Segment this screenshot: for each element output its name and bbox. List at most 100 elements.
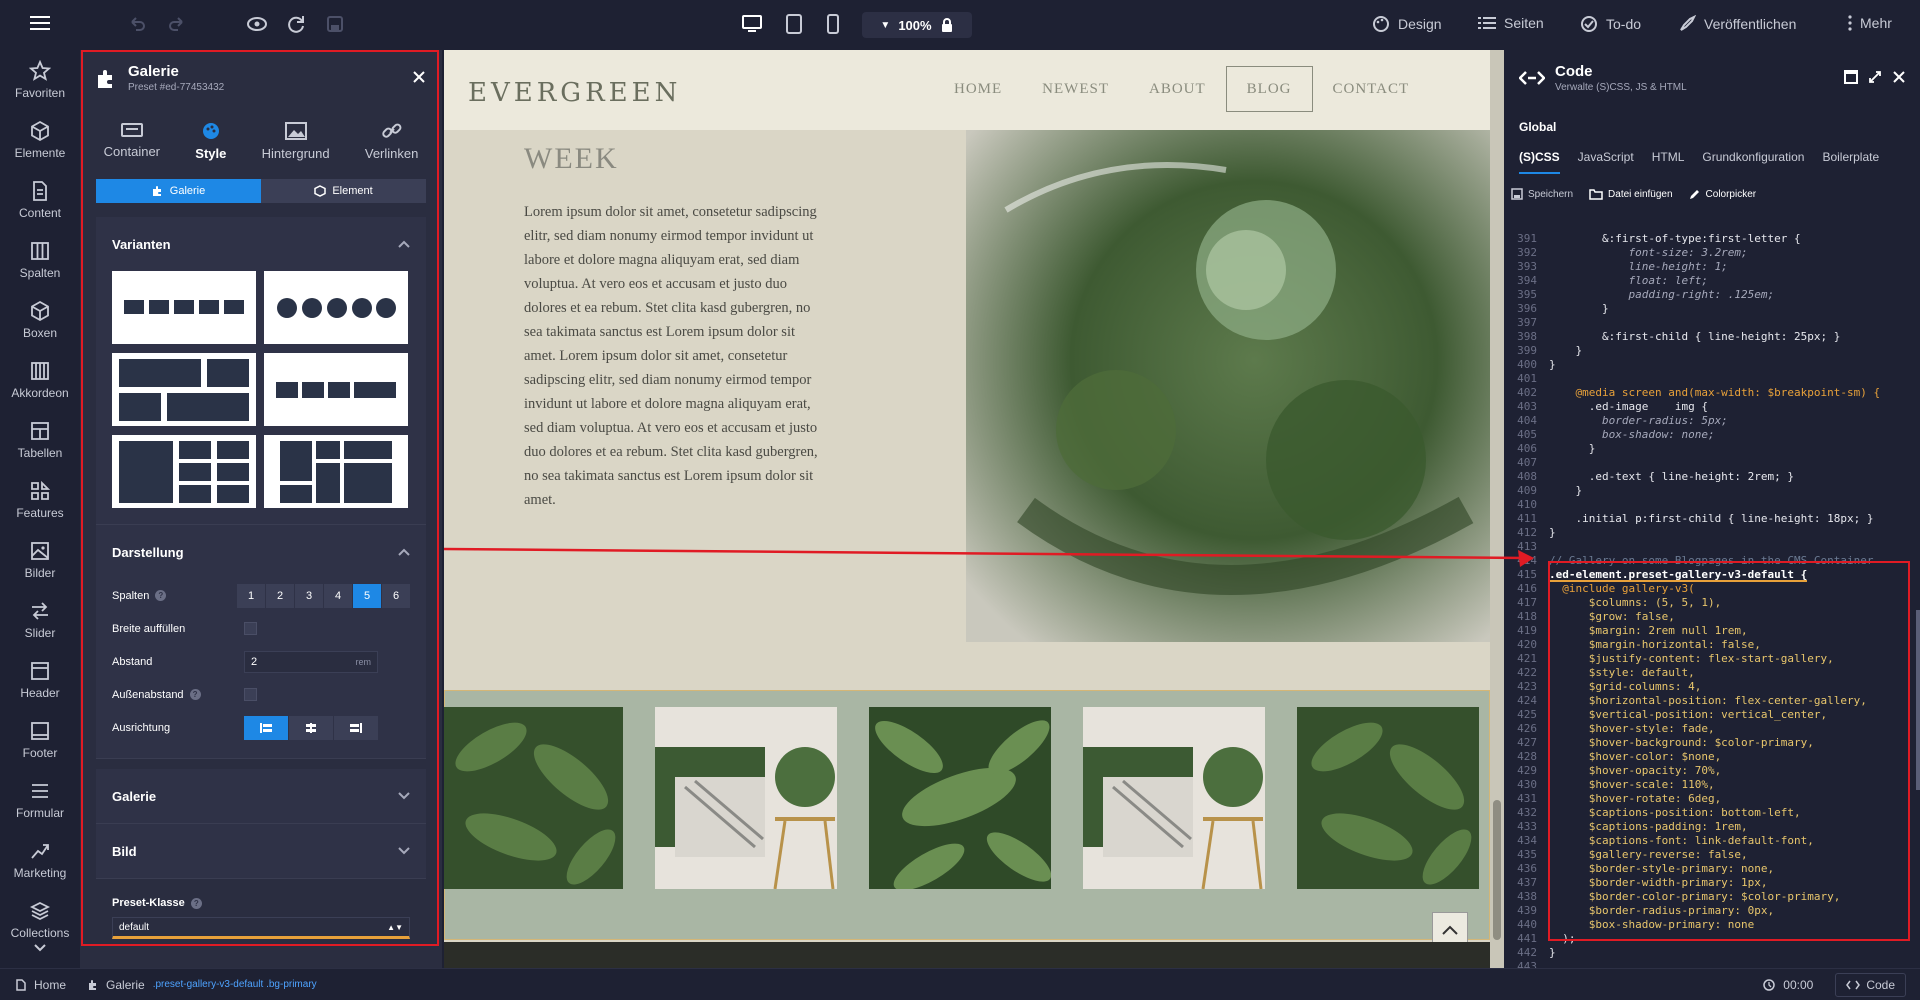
file-icon: [16, 978, 26, 991]
save-icon[interactable]: [326, 15, 344, 33]
line-number: 396: [1517, 302, 1537, 315]
save-action[interactable]: Speichern: [1511, 188, 1573, 200]
close-icon[interactable]: [1892, 70, 1906, 84]
site-logo[interactable]: EVERGREEN: [468, 78, 681, 108]
rail-item-features[interactable]: Features: [0, 470, 80, 530]
mobile-view-icon[interactable]: [827, 14, 839, 34]
canvas-scroll-thumb[interactable]: [1493, 800, 1501, 940]
line-number: 421: [1517, 652, 1537, 665]
rail-item-tabellen[interactable]: Tabellen: [0, 410, 80, 470]
top-toolbar: ▼ 100% Design Seiten To-do Veröffentlich…: [0, 0, 1920, 50]
tablet-view-icon[interactable]: [786, 14, 802, 34]
star-icon: [29, 60, 51, 82]
code-line: 403 .ed-image img {: [1505, 400, 1920, 414]
code-line: 400}: [1505, 358, 1920, 372]
code-line: 413: [1505, 540, 1920, 554]
gallery-image[interactable]: [444, 707, 623, 889]
tab-html[interactable]: HTML: [1652, 150, 1685, 174]
code-toggle-button[interactable]: Code: [1835, 972, 1906, 997]
site-nav-item[interactable]: HOME: [934, 66, 1022, 112]
code-header: Code Verwalte (S)CSS, JS & HTML: [1505, 50, 1920, 106]
rail-item-boxen[interactable]: Boxen: [0, 290, 80, 350]
rail-item-marketing[interactable]: Marketing: [0, 830, 80, 890]
highlight-box-code: [1548, 561, 1910, 941]
publish-label: Veröffentlichen: [1704, 16, 1797, 32]
breadcrumb-gallery[interactable]: Galerie: [106, 978, 145, 992]
gallery-strip[interactable]: [444, 690, 1490, 940]
code-line: 409 }: [1505, 484, 1920, 498]
code-text: line-height: 1;: [1549, 260, 1728, 273]
rail-item-collections[interactable]: Collections: [0, 890, 80, 950]
line-number: 406: [1517, 442, 1537, 455]
refresh-icon[interactable]: [286, 14, 306, 34]
clock-icon: [1763, 978, 1776, 991]
rail-item-bilder[interactable]: Bilder: [0, 530, 80, 590]
code-scrollbar[interactable]: [1916, 610, 1920, 790]
canvas-scrollbar[interactable]: [1490, 50, 1504, 968]
site-nav-item[interactable]: CONTACT: [1313, 66, 1430, 112]
tab-scss[interactable]: (S)CSS: [1519, 150, 1560, 174]
rail-item-content[interactable]: Content: [0, 170, 80, 230]
rail-item-footer[interactable]: Footer: [0, 710, 80, 770]
rail-item-label: Marketing: [13, 866, 67, 880]
breadcrumb-home[interactable]: Home: [34, 978, 66, 992]
rail-item-slider[interactable]: Slider: [0, 590, 80, 650]
todo-button[interactable]: To-do: [1580, 15, 1641, 33]
more-button[interactable]: Mehr: [1848, 15, 1892, 31]
line-number: 394: [1517, 274, 1537, 287]
code-line: 442}: [1505, 946, 1920, 960]
redo-icon[interactable]: [168, 15, 186, 33]
chevron-down-icon[interactable]: [0, 944, 80, 952]
code-text: &:first-child { line-height: 25px; }: [1549, 330, 1841, 343]
desktop-view-icon[interactable]: [742, 15, 762, 33]
colorpicker-action[interactable]: Colorpicker: [1689, 188, 1756, 200]
tab-javascript[interactable]: JavaScript: [1578, 150, 1634, 174]
site-nav-item[interactable]: NEWEST: [1022, 66, 1129, 112]
preview-eye-icon[interactable]: [246, 15, 268, 33]
publish-button[interactable]: Veröffentlichen: [1678, 15, 1796, 33]
article-heading: WEEK: [524, 142, 619, 175]
line-number: 438: [1517, 890, 1537, 903]
zoom-select[interactable]: ▼ 100%: [862, 12, 972, 38]
line-number: 403: [1517, 400, 1537, 413]
more-dots-icon: [1848, 15, 1852, 31]
line-number: 431: [1517, 792, 1537, 805]
gallery-image[interactable]: [869, 707, 1051, 889]
tab-boilerplate[interactable]: Boilerplate: [1822, 150, 1879, 174]
rail-item-label: Header: [20, 686, 60, 700]
rail-item-label: Spalten: [19, 266, 61, 280]
expand-icon[interactable]: [1868, 70, 1882, 84]
breadcrumb-classes: .preset-gallery-v3-default .bg-primary: [152, 979, 317, 990]
rail-item-favoriten[interactable]: Favoriten: [0, 50, 80, 110]
design-button[interactable]: Design: [1372, 15, 1442, 33]
gallery-image[interactable]: [1297, 707, 1479, 889]
rail-item-formular[interactable]: Formular: [0, 770, 80, 830]
gallery-image[interactable]: [1083, 707, 1265, 889]
line-number: 434: [1517, 834, 1537, 847]
line-number: 404: [1517, 414, 1537, 427]
line-number: 435: [1517, 848, 1537, 861]
undo-icon[interactable]: [128, 15, 146, 33]
rail-item-spalten[interactable]: Spalten: [0, 230, 80, 290]
code-text: float: left;: [1549, 274, 1708, 287]
dock-icon[interactable]: [1844, 70, 1858, 84]
code-text: .ed-image img {: [1549, 400, 1708, 413]
code-actions: Speichern Datei einfügen Colorpicker: [1505, 174, 1920, 214]
tab-config[interactable]: Grundkonfiguration: [1702, 150, 1804, 174]
gallery-image[interactable]: [655, 707, 837, 889]
site-nav-item[interactable]: BLOG: [1225, 66, 1313, 112]
menu-icon[interactable]: [30, 14, 50, 32]
rail-item-label: Favoriten: [14, 86, 66, 100]
pages-button[interactable]: Seiten: [1478, 15, 1544, 31]
site-nav: HOME NEWEST ABOUT BLOG CONTACT: [934, 66, 1429, 112]
timer-value: 00:00: [1783, 977, 1814, 992]
site-nav-item[interactable]: ABOUT: [1129, 66, 1226, 112]
rail-item-header[interactable]: Header: [0, 650, 80, 710]
line-number: 420: [1517, 638, 1537, 651]
rail-item-elemente[interactable]: Elemente: [0, 110, 80, 170]
accordion-icon: [29, 360, 51, 382]
cube-icon: [29, 120, 51, 142]
insert-file-action[interactable]: Datei einfügen: [1589, 188, 1673, 200]
code-text: @media screen and(max-width: $breakpoint…: [1549, 386, 1881, 399]
rail-item-akkordeon[interactable]: Akkordeon: [0, 350, 80, 410]
